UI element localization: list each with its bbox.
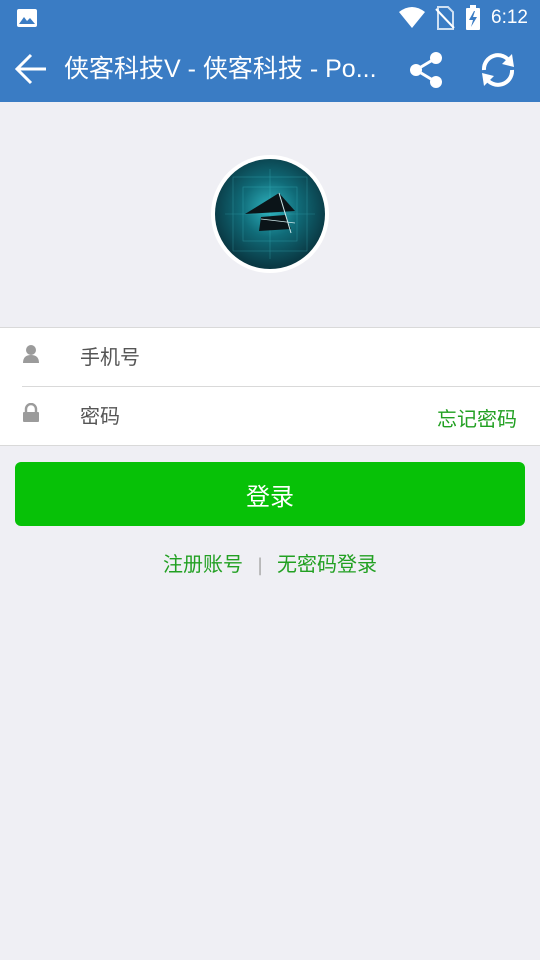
register-link[interactable]: 注册账号 [163, 552, 243, 576]
user-icon [23, 345, 39, 363]
app-bar: 侠客科技V - 侠客科技 - Po... [0, 36, 540, 102]
login-button[interactable]: 登录 [15, 462, 525, 526]
back-arrow-icon[interactable] [12, 50, 50, 88]
status-time: 6:12 [491, 7, 528, 28]
gallery-icon [17, 9, 37, 27]
avatar [211, 155, 329, 273]
login-form: 忘记密码 [0, 327, 540, 446]
phone-row [0, 328, 540, 387]
status-bar: 6:12 [0, 0, 540, 36]
share-icon[interactable] [406, 50, 446, 90]
wifi-icon [399, 7, 426, 28]
refresh-icon[interactable] [476, 48, 520, 92]
page-title: 侠客科技V - 侠客科技 - Po... [64, 55, 377, 83]
forgot-password-link[interactable]: 忘记密码 [437, 403, 517, 432]
no-sim-icon [435, 6, 455, 30]
password-row: 忘记密码 [0, 387, 540, 446]
passwordless-login-link[interactable]: 无密码登录 [277, 552, 377, 576]
lock-icon [23, 403, 39, 422]
auth-links: 注册账号 | 无密码登录 [0, 548, 540, 578]
phone-input[interactable] [80, 340, 410, 374]
battery-charging-icon [466, 5, 481, 30]
logo-image [215, 159, 325, 269]
password-input[interactable] [80, 399, 410, 433]
link-separator: | [256, 555, 264, 576]
